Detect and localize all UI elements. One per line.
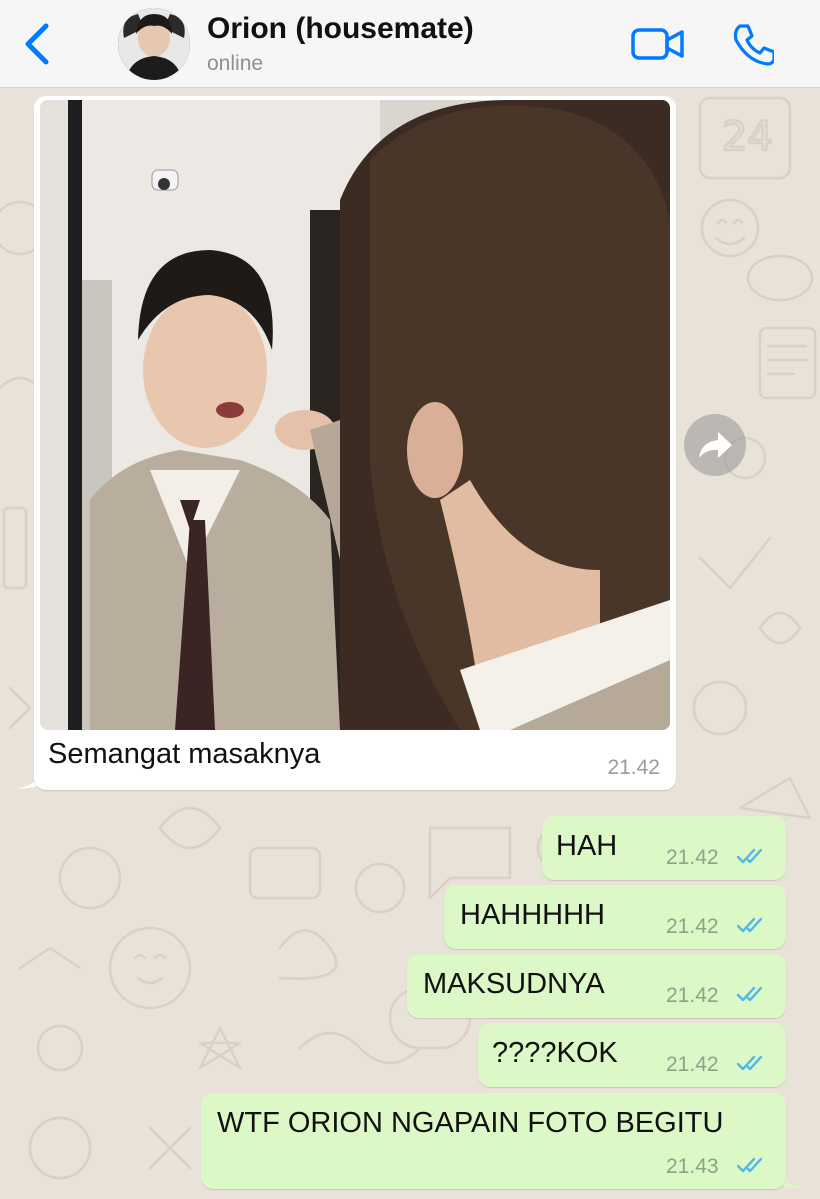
message-text: HAH [556,830,618,862]
outgoing-message[interactable]: HAH 21.42 [542,816,786,880]
back-button[interactable] [18,20,58,68]
message-caption: Semangat masaknya [48,738,321,770]
double-check-icon [736,917,763,933]
forward-arrow-icon [699,432,732,458]
double-check-icon [736,986,763,1002]
avatar-image [118,8,190,80]
message-text: HAHHHHH [460,899,605,931]
outgoing-message[interactable]: HAHHHHH 21.42 [444,885,786,949]
video-call-button[interactable] [630,24,686,64]
contact-name[interactable]: Orion (housemate) [207,12,474,46]
contact-avatar[interactable] [118,8,190,80]
voice-call-button[interactable] [730,22,776,66]
message-time: 21.42 [666,915,719,938]
incoming-image-message[interactable]: Semangat masaknya 21.42 [34,96,676,790]
message-time: 21.43 [666,1155,719,1178]
message-time: 21.42 [666,846,719,869]
outgoing-message[interactable]: ????KOK 21.42 [478,1023,786,1087]
video-camera-icon [631,28,684,60]
outgoing-message[interactable]: MAKSUDNYA 21.42 [407,954,786,1018]
message-text: MAKSUDNYA [423,968,605,1000]
contact-status: online [207,52,264,75]
forward-button[interactable] [684,414,746,476]
svg-text:24: 24 [722,114,773,160]
message-time: 21.42 [666,984,719,1007]
double-check-icon [736,1055,763,1071]
message-text: WTF ORION NGAPAIN FOTO BEGITU [217,1107,724,1139]
phone-icon [733,24,776,66]
chevron-left-icon [25,23,49,65]
photo-image [40,100,670,730]
outgoing-message[interactable]: WTF ORION NGAPAIN FOTO BEGITU 21.43 [201,1093,786,1189]
message-photo[interactable] [40,100,670,730]
chat-header: Orion (housemate) online [0,0,820,88]
double-check-icon [736,1157,763,1173]
message-time: 21.42 [607,756,660,779]
double-check-icon [736,848,763,864]
message-time: 21.42 [666,1053,719,1076]
message-text: ????KOK [492,1037,618,1069]
